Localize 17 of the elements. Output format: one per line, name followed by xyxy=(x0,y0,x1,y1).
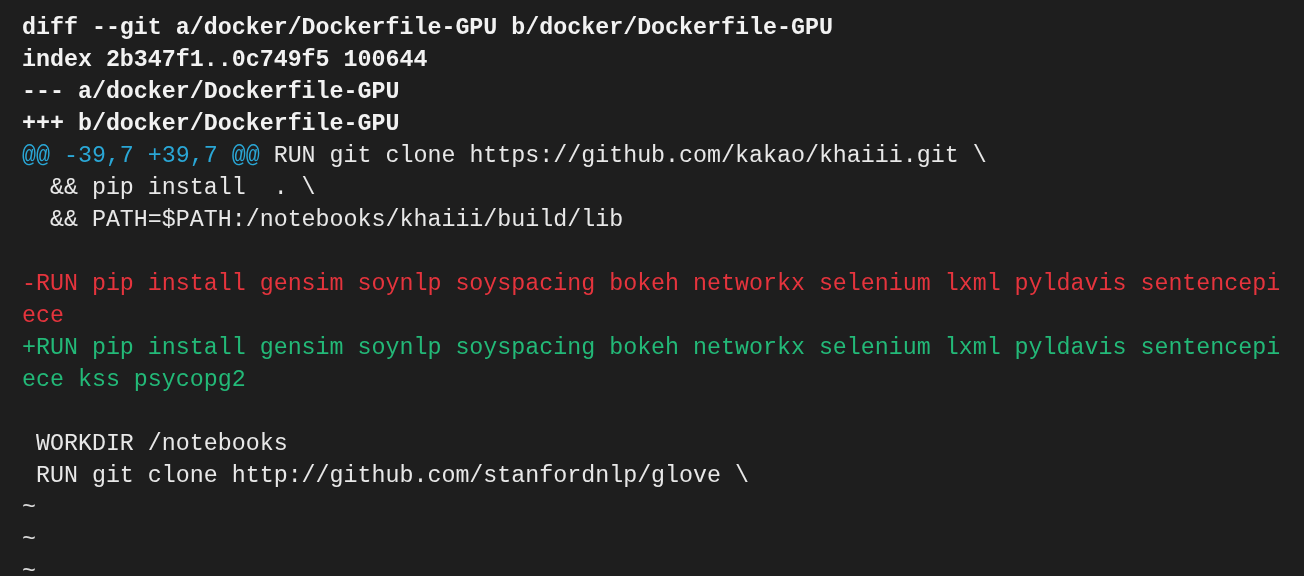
empty-line-marker: ~ xyxy=(22,495,36,521)
diff-header-line: +++ b/docker/Dockerfile-GPU xyxy=(22,111,400,137)
context-line: && pip install . \ xyxy=(48,175,316,201)
added-line: +RUN pip install gensim soynlp soyspacing bokeh networkx selenium lxml pyldavis sentencepi xyxy=(22,335,1281,361)
added-line: ece kss psycopg2 xyxy=(22,367,246,393)
diff-header-line: --- a/docker/Dockerfile-GPU xyxy=(22,79,400,105)
empty-line-marker: ~ xyxy=(22,527,36,553)
removed-line: -RUN pip install gensim soynlp soyspacing bokeh networkx selenium lxml pyldavis sentencepi xyxy=(22,271,1281,297)
diff-header-line: index 2b347f1..0c749f5 100644 xyxy=(22,47,428,73)
removed-line: ece xyxy=(22,303,64,329)
hunk-range: @@ -39,7 +39,7 @@ xyxy=(22,143,260,169)
context-line: RUN git clone http://github.com/stanfordnlp/glove \ xyxy=(34,463,749,489)
diff-header-line: diff --git a/docker/Dockerfile-GPU b/docker/Dockerfile-GPU xyxy=(22,15,833,41)
context-line: && PATH=$PATH:/notebooks/khaiii/build/lib xyxy=(48,207,624,233)
context-line: RUN git clone https://github.com/kakao/khaiii.git \ xyxy=(272,143,987,169)
empty-line-marker: ~ xyxy=(22,559,36,576)
context-line: WORKDIR /notebooks xyxy=(34,431,288,457)
